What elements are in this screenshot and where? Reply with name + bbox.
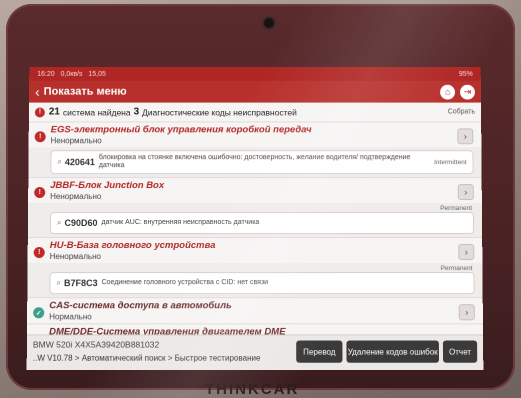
app-header: ‹ Показать меню ⌂ ⇥ bbox=[29, 80, 481, 103]
photo-frame: 16:20 0,0кв/s 15,05 95% ‹ Показать меню … bbox=[0, 0, 521, 398]
system-status: Ненормально bbox=[50, 136, 102, 146]
dtc-status-tag: Permanent bbox=[440, 265, 473, 273]
error-icon: ! bbox=[33, 247, 45, 259]
dtc-description: Соединение головного устройства с CID: н… bbox=[101, 279, 269, 287]
dtc-code: C90D60 bbox=[64, 217, 98, 228]
bottom-bar: BMW 520i X4X5A39420B881032 ..W V10.78 > … bbox=[26, 334, 484, 370]
error-icon: ! bbox=[34, 187, 46, 199]
status-time: 16:20 bbox=[37, 70, 55, 78]
search-icon[interactable]: ⌕ bbox=[57, 157, 62, 167]
back-arrow-icon[interactable]: ‹ bbox=[35, 84, 40, 100]
summary-text-a: система найдена bbox=[62, 107, 131, 117]
dtc-description: блокировка на стоянке включена ошибочно:… bbox=[98, 154, 411, 170]
report-button[interactable]: Отчет bbox=[442, 340, 478, 363]
error-icon: ! bbox=[34, 131, 46, 143]
dtc-item[interactable]: ⌕ 420641 блокировка на стоянке включена … bbox=[50, 150, 474, 175]
clear-codes-button[interactable]: Удаление кодов ошибок bbox=[346, 340, 440, 363]
search-icon[interactable]: ⌕ bbox=[57, 218, 62, 228]
summary-text-b: Диагностические коды неисправностей bbox=[142, 107, 297, 117]
camera-icon bbox=[264, 18, 274, 28]
battery-level: 95% bbox=[458, 70, 473, 78]
system-count: 21 bbox=[48, 106, 60, 118]
dtc-code: 420641 bbox=[64, 157, 95, 168]
status-bar: 16:20 0,0кв/s 15,05 95% bbox=[29, 66, 481, 81]
exit-icon[interactable]: ⇥ bbox=[459, 84, 475, 100]
scan-summary: ! 21 система найдена 3 Диагностические к… bbox=[28, 102, 482, 122]
check-icon: ✓ bbox=[33, 307, 45, 319]
dtc-description: датчик AUC: внутренняя неисправность дат… bbox=[101, 218, 260, 226]
dtc-status-tag: Intermittent bbox=[434, 158, 467, 166]
chevron-right-icon[interactable]: › bbox=[458, 244, 475, 261]
system-name: HU-B-База головного устройства bbox=[49, 240, 216, 252]
dtc-code: B7F8C3 bbox=[63, 278, 98, 289]
dtc-item[interactable]: ⌕ C90D60 датчик AUC: внутренняя неисправ… bbox=[49, 212, 475, 235]
status-clock: 15,05 bbox=[88, 70, 106, 78]
translate-button[interactable]: Перевод bbox=[296, 340, 343, 363]
system-status: Ненормально bbox=[49, 252, 101, 262]
collapse-button[interactable]: Собрать bbox=[448, 109, 475, 116]
vehicle-info: BMW 520i X4X5A39420B881032 bbox=[32, 339, 160, 350]
system-status: Ненормально bbox=[50, 192, 102, 202]
chevron-right-icon[interactable]: › bbox=[457, 128, 474, 145]
system-row[interactable]: ! EGS-электронный блок управления коробк… bbox=[28, 121, 482, 148]
system-row[interactable]: ! JBBF-Блок Junction Box Ненормально › bbox=[28, 177, 482, 204]
diagnostic-screen: 16:20 0,0кв/s 15,05 95% ‹ Показать меню … bbox=[26, 66, 484, 370]
chevron-right-icon[interactable]: › bbox=[458, 304, 475, 321]
dtc-item[interactable]: ⌕ B7F8C3 Соединение головного устройства… bbox=[49, 272, 475, 295]
system-row[interactable]: ✓ CAS-система доступа в автомобиль Норма… bbox=[27, 297, 483, 324]
chevron-right-icon[interactable]: › bbox=[457, 184, 474, 201]
warning-icon: ! bbox=[34, 107, 45, 117]
dtc-status-tag: Permanent bbox=[440, 205, 472, 213]
device-brand-logo: THINKCAR bbox=[205, 381, 300, 398]
system-name: CAS-система доступа в автомобиль bbox=[49, 300, 232, 312]
dtc-count: 3 bbox=[133, 106, 140, 118]
home-icon[interactable]: ⌂ bbox=[440, 84, 456, 100]
breadcrumb: ..W V10.78 > Автоматический поиск > Быст… bbox=[32, 353, 261, 363]
system-status: Нормально bbox=[49, 312, 92, 322]
status-speed: 0,0кв/s bbox=[60, 70, 83, 78]
page-title[interactable]: Показать меню bbox=[44, 86, 435, 98]
system-name: JBBF-Блок Junction Box bbox=[50, 180, 165, 192]
search-icon[interactable]: ⌕ bbox=[56, 278, 61, 288]
system-row[interactable]: ! HU-B-База головного устройства Ненорма… bbox=[27, 237, 483, 264]
system-name: EGS-электронный блок управления коробкой… bbox=[50, 124, 312, 136]
